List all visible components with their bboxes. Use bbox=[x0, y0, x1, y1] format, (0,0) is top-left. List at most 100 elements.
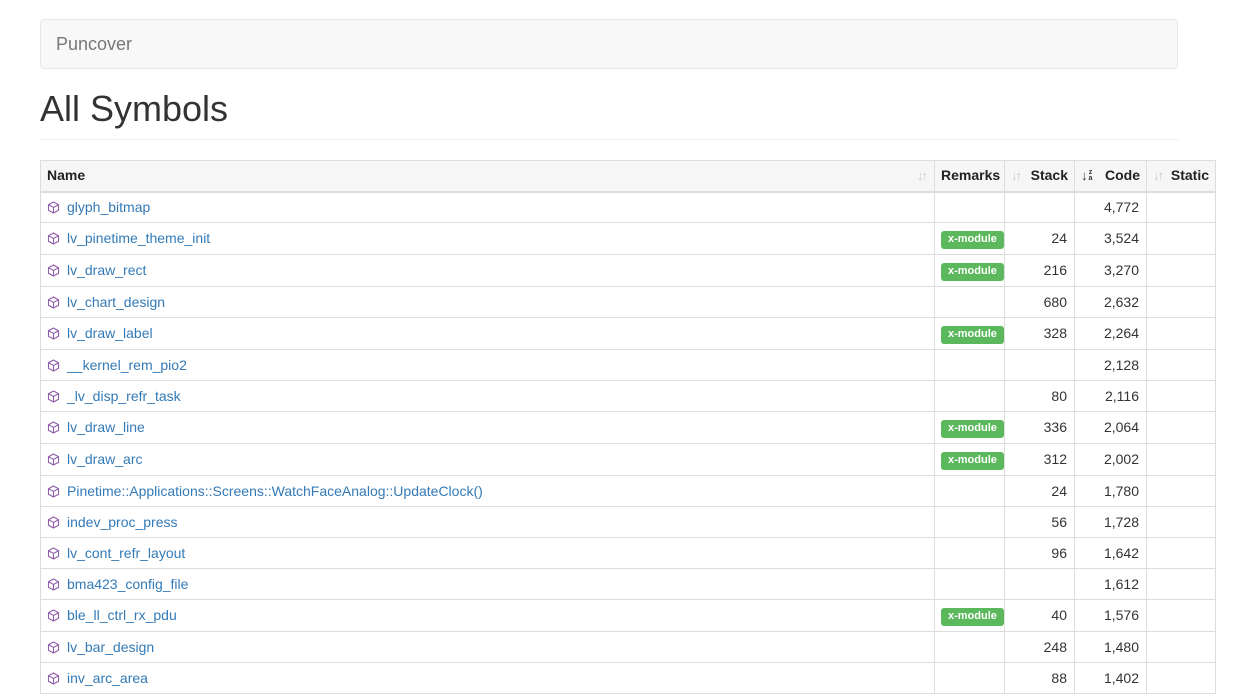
symbol-link[interactable]: lv_draw_arc bbox=[67, 450, 142, 469]
page-container: Puncover All Symbols bbox=[40, 19, 1178, 140]
symbol-cube-icon bbox=[47, 516, 60, 529]
static-value bbox=[1147, 569, 1216, 600]
static-value bbox=[1147, 287, 1216, 318]
sort-both-icon: ↓↑ bbox=[1153, 166, 1164, 185]
static-value bbox=[1147, 444, 1216, 476]
code-value: 1,480 bbox=[1075, 632, 1147, 663]
code-value: 1,612 bbox=[1075, 569, 1147, 600]
symbol-link[interactable]: lv_draw_rect bbox=[67, 261, 146, 280]
table-row: lv_bar_design 248 1,480 bbox=[41, 632, 1216, 663]
stack-value bbox=[1005, 192, 1075, 223]
stack-value: 680 bbox=[1005, 287, 1075, 318]
column-header-code[interactable]: ↓za Code bbox=[1075, 161, 1147, 192]
table-row: indev_proc_press 56 1,728 bbox=[41, 507, 1216, 538]
column-header-name[interactable]: Name ↓↑ bbox=[41, 161, 935, 192]
static-value bbox=[1147, 350, 1216, 381]
symbols-table: Name ↓↑ Remarks ↓↑ Stack ↓za Code bbox=[40, 160, 1216, 694]
symbol-link[interactable]: lv_bar_design bbox=[67, 638, 154, 657]
xmodule-badge: x-module bbox=[941, 263, 1004, 281]
xmodule-badge: x-module bbox=[941, 326, 1004, 344]
static-value bbox=[1147, 192, 1216, 223]
table-row: lv_pinetime_theme_init x-module 24 3,524 bbox=[41, 223, 1216, 255]
stack-value: 336 bbox=[1005, 412, 1075, 444]
divider bbox=[40, 139, 1178, 140]
static-value bbox=[1147, 538, 1216, 569]
xmodule-badge: x-module bbox=[941, 420, 1004, 438]
code-value: 4,772 bbox=[1075, 192, 1147, 223]
code-value: 2,128 bbox=[1075, 350, 1147, 381]
symbol-cube-icon bbox=[47, 359, 60, 372]
symbol-link[interactable]: lv_cont_refr_layout bbox=[67, 544, 185, 563]
symbol-link[interactable]: inv_arc_area bbox=[67, 669, 148, 688]
code-value: 2,002 bbox=[1075, 444, 1147, 476]
static-value bbox=[1147, 412, 1216, 444]
stack-value: 40 bbox=[1005, 600, 1075, 632]
symbol-link[interactable]: lv_draw_label bbox=[67, 324, 153, 343]
symbol-link[interactable]: bma423_config_file bbox=[67, 575, 188, 594]
symbol-cube-icon bbox=[47, 421, 60, 434]
symbol-link[interactable]: lv_draw_line bbox=[67, 418, 145, 437]
symbol-link[interactable]: __kernel_rem_pio2 bbox=[67, 356, 187, 375]
static-value bbox=[1147, 381, 1216, 412]
symbol-cube-icon bbox=[47, 232, 60, 245]
symbol-cube-icon bbox=[47, 264, 60, 277]
table-row: Pinetime::Applications::Screens::WatchFa… bbox=[41, 476, 1216, 507]
code-value: 1,642 bbox=[1075, 538, 1147, 569]
table-row: _lv_disp_refr_task 80 2,116 bbox=[41, 381, 1216, 412]
symbol-link[interactable]: Pinetime::Applications::Screens::WatchFa… bbox=[67, 482, 483, 501]
navbar-brand[interactable]: Puncover bbox=[41, 19, 147, 69]
symbol-link[interactable]: glyph_bitmap bbox=[67, 198, 150, 217]
static-value bbox=[1147, 223, 1216, 255]
symbol-cube-icon bbox=[47, 296, 60, 309]
static-value bbox=[1147, 632, 1216, 663]
code-value: 2,116 bbox=[1075, 381, 1147, 412]
stack-value: 216 bbox=[1005, 255, 1075, 287]
table-row: lv_cont_refr_layout 96 1,642 bbox=[41, 538, 1216, 569]
table-row: glyph_bitmap 4,772 bbox=[41, 192, 1216, 223]
stack-value: 24 bbox=[1005, 223, 1075, 255]
table-row: lv_draw_label x-module 328 2,264 bbox=[41, 318, 1216, 350]
table-row: __kernel_rem_pio2 2,128 bbox=[41, 350, 1216, 381]
symbol-cube-icon bbox=[47, 201, 60, 214]
stack-value: 328 bbox=[1005, 318, 1075, 350]
xmodule-badge: x-module bbox=[941, 231, 1004, 249]
stack-value: 312 bbox=[1005, 444, 1075, 476]
code-value: 1,780 bbox=[1075, 476, 1147, 507]
symbol-link[interactable]: indev_proc_press bbox=[67, 513, 178, 532]
code-value: 1,402 bbox=[1075, 663, 1147, 694]
code-value: 2,064 bbox=[1075, 412, 1147, 444]
code-value: 2,264 bbox=[1075, 318, 1147, 350]
symbol-cube-icon bbox=[47, 641, 60, 654]
stack-value: 56 bbox=[1005, 507, 1075, 538]
symbol-cube-icon bbox=[47, 390, 60, 403]
stack-value: 88 bbox=[1005, 663, 1075, 694]
table-header-row: Name ↓↑ Remarks ↓↑ Stack ↓za Code bbox=[41, 161, 1216, 192]
stack-value: 96 bbox=[1005, 538, 1075, 569]
column-header-stack[interactable]: ↓↑ Stack bbox=[1005, 161, 1075, 192]
column-header-code-label: Code bbox=[1105, 166, 1140, 185]
table-row: lv_chart_design 680 2,632 bbox=[41, 287, 1216, 318]
stack-value: 24 bbox=[1005, 476, 1075, 507]
sort-desc-icon: ↓za bbox=[1081, 166, 1094, 185]
static-value bbox=[1147, 476, 1216, 507]
table-row: inv_arc_area 88 1,402 bbox=[41, 663, 1216, 694]
column-header-remarks-label: Remarks bbox=[941, 167, 1000, 183]
stack-value bbox=[1005, 350, 1075, 381]
symbol-link[interactable]: _lv_disp_refr_task bbox=[67, 387, 181, 406]
static-value bbox=[1147, 507, 1216, 538]
sort-both-icon: ↓↑ bbox=[917, 166, 928, 185]
symbol-link[interactable]: ble_ll_ctrl_rx_pdu bbox=[67, 606, 177, 625]
symbol-link[interactable]: lv_chart_design bbox=[67, 293, 165, 312]
symbol-cube-icon bbox=[47, 672, 60, 685]
sort-both-icon: ↓↑ bbox=[1011, 166, 1022, 185]
symbol-link[interactable]: lv_pinetime_theme_init bbox=[67, 229, 210, 248]
code-value: 2,632 bbox=[1075, 287, 1147, 318]
xmodule-badge: x-module bbox=[941, 452, 1004, 470]
symbol-cube-icon bbox=[47, 547, 60, 560]
symbol-cube-icon bbox=[47, 578, 60, 591]
table-row: lv_draw_line x-module 336 2,064 bbox=[41, 412, 1216, 444]
column-header-static[interactable]: ↓↑ Static bbox=[1147, 161, 1216, 192]
code-value: 3,270 bbox=[1075, 255, 1147, 287]
column-header-remarks[interactable]: Remarks bbox=[935, 161, 1005, 192]
page-title: All Symbols bbox=[40, 89, 1178, 129]
